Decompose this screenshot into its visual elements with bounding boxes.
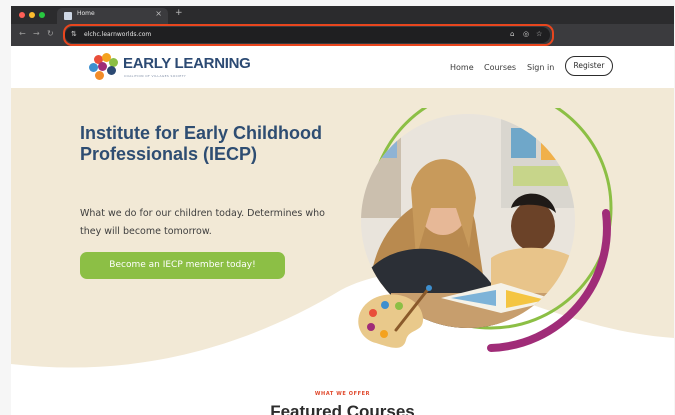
window-close-button[interactable] [19,12,25,18]
nav-home[interactable]: Home [450,63,474,72]
browser-toolbar: ← → ↻ ⇅ elchc.learnworlds.com ⌂ ◎ ☆ [11,24,674,46]
forward-arrow-icon[interactable]: → [33,29,40,38]
browser-window: Home × + ← → ↻ ⇅ elchc.learnworlds.com ⌂… [11,6,674,415]
hero-subtext: What we do for our children today. Deter… [80,208,325,237]
become-member-button[interactable]: Become an IECP member today! [80,252,285,279]
site-header: EARLY LEARNING COALITION OF VILLAGES SOC… [11,46,674,88]
hero-headline: Institute for Early Childhood Profession… [80,123,322,164]
back-arrow-icon[interactable]: ← [19,29,26,38]
tab-favicon-icon [64,12,72,20]
logo-tagline: COALITION OF VILLAGES SOCIETY [124,74,187,78]
logo-wordmark[interactable]: EARLY LEARNING [123,55,251,72]
address-bar-highlight [63,24,554,46]
featured-courses-title: Featured Courses [270,402,415,415]
tab-close-icon[interactable]: × [155,9,162,18]
nav-sign-in[interactable]: Sign in [527,63,554,72]
window-minimize-button[interactable] [29,12,35,18]
reload-icon[interactable]: ↻ [47,29,54,38]
hero-section: Institute for Early Childhood Profession… [11,88,674,373]
section-kicker: WHAT WE OFFER [314,391,371,397]
hero-photo-illustration [358,108,613,352]
browser-tab[interactable]: Home × [57,8,168,24]
register-button[interactable]: Register [565,56,613,76]
early-learning-logo-icon[interactable] [89,53,119,81]
browser-tab-bar: Home × + [11,6,674,24]
nav-courses[interactable]: Courses [484,63,516,72]
tab-title: Home [77,10,95,17]
new-tab-icon[interactable]: + [175,8,183,18]
window-maximize-button[interactable] [39,12,45,18]
